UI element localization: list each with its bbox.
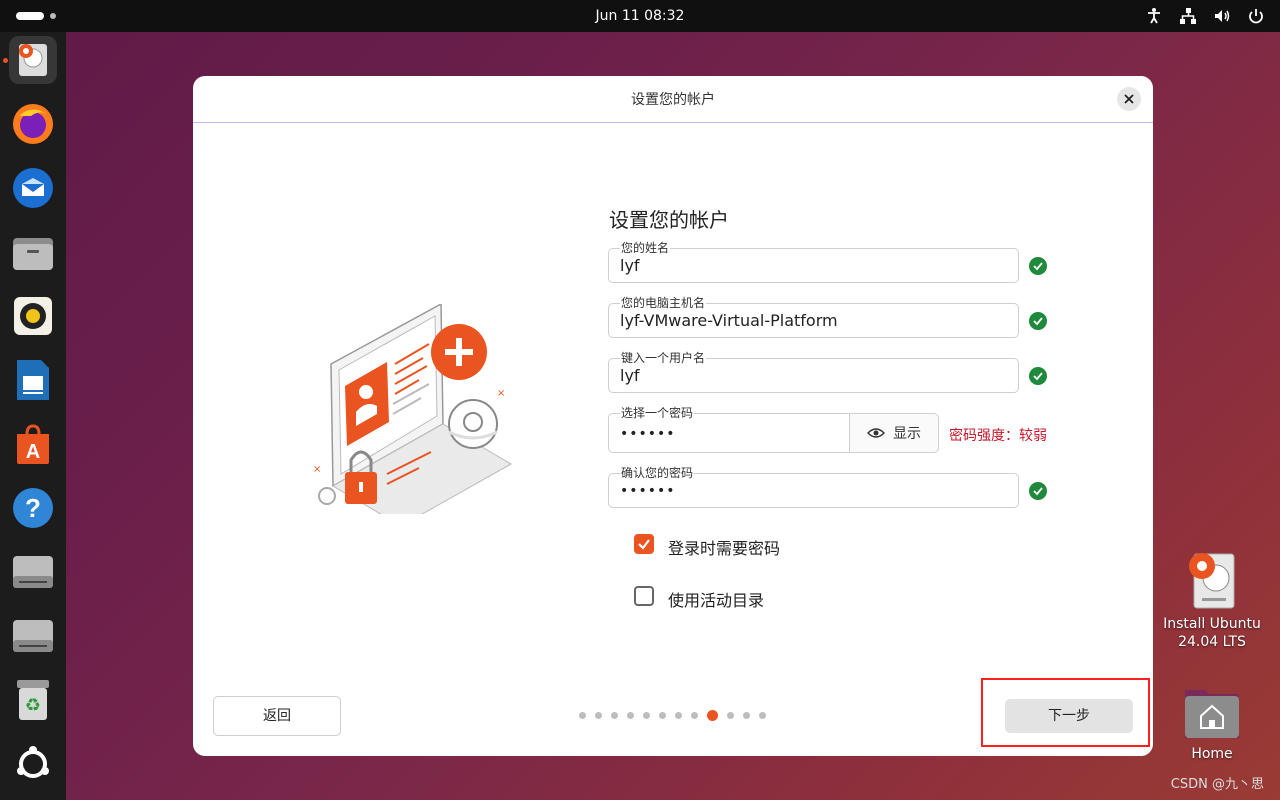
power-icon[interactable] [1246,6,1266,26]
hostname-field[interactable]: 您的电脑主机名 lyf-VMware-Virtual-Platform [608,295,1019,338]
clock[interactable]: Jun 11 08:32 [0,0,1280,32]
ubuntu-logo-icon [17,746,49,778]
page-dot [727,712,734,719]
svg-text:×: × [313,464,321,475]
installer-icon [1189,553,1235,609]
accessibility-icon[interactable] [1144,6,1164,26]
installer-icon [19,44,47,76]
dock-thunderbird[interactable] [9,164,57,212]
username-label: 键入一个用户名 [620,350,707,366]
dock-help[interactable]: ? [9,484,57,532]
page-dot-current [707,710,718,721]
page-dot [743,712,750,719]
confirm-password-field[interactable]: 确认您的密码 •••••• [608,465,1019,508]
desktop-install-ubuntu[interactable]: Install Ubuntu 24.04 LTS [1160,548,1264,651]
name-valid-icon [1029,257,1047,275]
dock-show-apps[interactable] [9,740,57,788]
back-button[interactable]: 返回 [213,696,341,736]
svg-text:?: ? [25,493,41,523]
dialog-header: 设置您的帐户 [193,76,1153,123]
page-dot [579,712,586,719]
watermark: CSDN @九丶思 [1170,777,1264,792]
require-password-checkbox[interactable] [634,534,654,554]
top-bar: Jun 11 08:32 [0,0,1280,32]
close-icon [1124,94,1134,104]
drive-icon [13,620,53,652]
username-valid-icon [1029,367,1047,385]
hostname-valid-icon [1029,312,1047,330]
dock-rhythmbox[interactable] [9,292,57,340]
username-field[interactable]: 键入一个用户名 lyf [608,350,1019,393]
drive-icon [13,556,53,588]
eye-icon [867,428,885,438]
dock: A ? ♻ [0,32,66,800]
show-password-label: 显示 [893,426,921,442]
system-tray[interactable] [1144,6,1266,26]
page-dot [675,712,682,719]
network-icon[interactable] [1178,6,1198,26]
files-icon [13,238,53,270]
page-dot [611,712,618,719]
active-directory-checkbox[interactable] [634,586,654,606]
form-title: 设置您的帐户 [609,208,729,232]
confirm-valid-icon [1029,482,1047,500]
password-label: 选择一个密码 [620,405,695,421]
home-folder-icon [1185,690,1239,738]
dock-drive-2[interactable] [9,612,57,660]
page-dot [759,712,766,719]
running-indicator [3,58,8,63]
dock-trash[interactable]: ♻ [9,676,57,724]
require-password-label[interactable]: 登录时需要密码 [668,535,780,559]
page-dot [643,712,650,719]
active-directory-label[interactable]: 使用活动目录 [668,587,764,611]
thunderbird-icon [13,168,53,208]
confirm-password-label: 确认您的密码 [620,465,695,481]
hostname-label: 您的电脑主机名 [620,295,707,311]
name-field[interactable]: 您的姓名 lyf [608,240,1019,283]
install-ubuntu-label-line2: 24.04 LTS [1178,634,1246,650]
dock-app-center[interactable]: A [9,420,57,468]
volume-icon[interactable] [1212,6,1232,26]
checkmark-icon [638,539,650,550]
svg-text:♻: ♻ [25,695,41,716]
setup-account-dialog: 设置您的帐户 × × 设置您的帐户 您的姓名 lyf 您的电脑主机名 lyf-V… [193,76,1153,756]
close-button[interactable] [1117,87,1141,111]
home-folder-label: Home [1191,746,1233,762]
password-value: •••••• [620,426,676,442]
username-value: lyf [620,366,640,385]
install-ubuntu-label-line1: Install Ubuntu [1163,616,1261,632]
trash-icon: ♻ [17,680,49,720]
annotation-highlight [981,678,1150,747]
confirm-password-value: •••••• [620,483,676,499]
dialog-title: 设置您的帐户 [631,92,715,108]
svg-text:A: A [26,441,40,463]
hostname-value: lyf-VMware-Virtual-Platform [620,311,838,330]
firefox-icon [13,104,53,144]
name-label: 您的姓名 [620,240,671,256]
page-dot [659,712,666,719]
desktop-home-folder[interactable]: Home [1172,684,1252,763]
dock-writer[interactable] [9,356,57,404]
writer-icon [17,360,49,400]
page-dot [595,712,602,719]
dock-drive-1[interactable] [9,548,57,596]
account-illustration: × × [313,304,513,514]
dock-firefox[interactable] [9,100,57,148]
name-value: lyf [620,256,640,275]
show-password-button[interactable]: 显示 [849,413,939,453]
page-dot [627,712,634,719]
help-icon: ? [13,488,53,528]
svg-text:×: × [497,388,505,399]
rhythmbox-icon [14,297,52,335]
app-center-icon: A [17,424,49,464]
password-field[interactable]: 选择一个密码 •••••• [608,405,850,453]
pagination-dots [579,710,766,721]
page-dot [691,712,698,719]
dock-installer[interactable] [9,36,57,84]
dock-files[interactable] [9,228,57,276]
password-strength: 密码强度：较弱 [949,428,1047,444]
